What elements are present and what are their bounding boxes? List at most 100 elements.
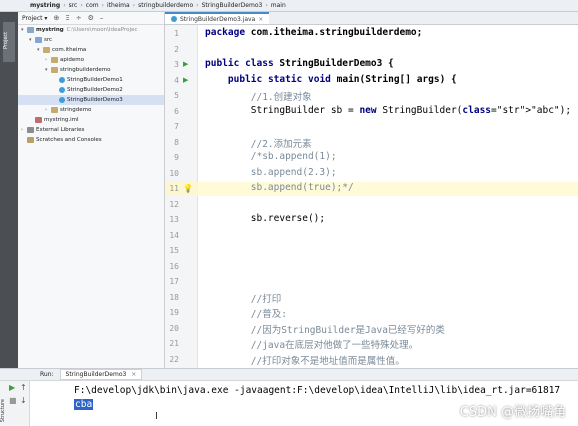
- tree-item[interactable]: › stringdemo: [18, 105, 164, 115]
- editor-gutter[interactable]: 1 2 3 4 5 6 7 8 9 10 11 12 13 14 15 16 17 18 19 20 21 22 ▶ ▶ 💡: [165, 25, 198, 368]
- lightbulb-icon[interactable]: 💡: [183, 184, 193, 193]
- tree-item[interactable]: StringBuilderDemo3: [18, 95, 164, 105]
- tree-item[interactable]: StringBuilderDemo2: [18, 85, 164, 95]
- close-icon[interactable]: ×: [131, 371, 136, 378]
- line-number: 1: [174, 29, 179, 38]
- code-editor[interactable]: package com.itheima.stringbuilderdemo; pu…: [198, 25, 578, 368]
- tree-item[interactable]: › External Libraries: [18, 125, 164, 135]
- code-line: //因为StringBuilder是Java已经写好的类: [205, 324, 445, 336]
- console-output[interactable]: F:\develop\jdk\bin\java.exe -javaagent:F…: [30, 381, 578, 426]
- run-tool-header: Run: StringBuilderDemo3 ×: [0, 368, 578, 381]
- structure-tab[interactable]: Structure: [0, 399, 6, 422]
- line-number: 4: [174, 75, 179, 85]
- tree-item[interactable]: ▾ com.itheima: [18, 45, 164, 55]
- package-icon: [51, 107, 58, 113]
- breadcrumb-separator-icon: ›: [132, 2, 136, 9]
- hide-icon[interactable]: –: [100, 14, 104, 22]
- tree-item[interactable]: mystring.iml: [18, 115, 164, 125]
- breadcrumb-item[interactable]: stringbuilderdemo: [138, 2, 193, 9]
- rerun-icon[interactable]: ▶: [9, 383, 15, 392]
- breadcrumb-separator-icon: ›: [80, 2, 83, 9]
- breadcrumb: mystring › src › com › itheima › stringbuilderde…: [0, 0, 578, 12]
- text-cursor-icon: I: [155, 411, 158, 422]
- tree-item-label: StringBuilderDemo1: [67, 77, 123, 83]
- java-file-icon: [171, 16, 177, 22]
- run-config-tab[interactable]: StringBuilderDemo3 ×: [59, 369, 143, 380]
- project-view-selector[interactable]: Project ▾: [22, 15, 47, 22]
- tree-item-label: mystring: [36, 27, 64, 33]
- code-line: //1.创建对象: [205, 92, 312, 103]
- line-number: 7: [174, 122, 179, 131]
- package-icon: [51, 67, 58, 73]
- breadcrumb-separator-icon: ›: [63, 2, 66, 9]
- tree-item-label: StringBuilderDemo2: [67, 87, 123, 93]
- breadcrumb-item[interactable]: main: [271, 2, 286, 9]
- expand-icon[interactable]: ÷: [76, 14, 82, 22]
- breadcrumb-separator-icon: ›: [265, 2, 268, 9]
- code-line: sb.append(2.3);: [205, 166, 337, 178]
- tree-item-label: src: [44, 37, 53, 43]
- project-toolbar: Project ▾ ⊕ Ξ ÷ ⚙ –: [18, 12, 164, 25]
- locate-icon[interactable]: ⊕: [53, 14, 59, 22]
- tree-item[interactable]: StringBuilderDemo1: [18, 75, 164, 85]
- gear-icon[interactable]: ⚙: [88, 14, 94, 22]
- line-number: 5: [174, 91, 179, 100]
- tree-item-label: mystring.iml: [44, 117, 79, 123]
- project-tool-tab[interactable]: Project: [3, 22, 15, 62]
- line-number: 6: [174, 106, 179, 116]
- iml-icon: [35, 117, 42, 123]
- code-line: sb.append(true);*/: [205, 182, 354, 193]
- breadcrumb-item[interactable]: com: [86, 2, 99, 9]
- breadcrumb-item[interactable]: itheima: [107, 2, 130, 9]
- line-number: 13: [169, 215, 179, 224]
- code-line: StringBuilder sb = new StringBuilder(cla…: [205, 104, 572, 116]
- breadcrumb-item[interactable]: StringBuilderDemo3: [202, 2, 263, 9]
- breadcrumb-item[interactable]: mystring: [30, 2, 60, 9]
- run-toolbar: ▶ ↑ ■ ↓ Structure: [0, 381, 30, 426]
- run-tab-label: StringBuilderDemo3: [65, 371, 127, 378]
- code-line: sb.reverse();: [205, 213, 326, 224]
- line-number: 14: [169, 230, 179, 240]
- tree-item[interactable]: Scratches and Consoles: [18, 135, 164, 145]
- tree-item[interactable]: ▾ mystring C:\Users\moon\IdeaProjec: [18, 25, 164, 35]
- project-panel: Project ▾ ⊕ Ξ ÷ ⚙ – ▾ mystring C:\Users\mo…: [18, 12, 165, 368]
- tree-item[interactable]: ▾ stringbuilderdemo: [18, 65, 164, 75]
- code-line: //普及:: [205, 309, 287, 320]
- tree-item-label: stringbuilderdemo: [60, 67, 111, 73]
- code-line: public static void main(String[] args) {: [227, 73, 457, 85]
- code-line: //2.添加元素: [205, 138, 312, 150]
- breadcrumb-separator-icon: ›: [196, 2, 199, 9]
- tree-item-label: apidemo: [60, 57, 84, 63]
- line-number: 19: [169, 308, 179, 317]
- tree-item[interactable]: ▾ src: [18, 35, 164, 45]
- tab-stringbuilderdemo3[interactable]: StringBuilderDemo3.java ×: [165, 12, 270, 24]
- line-number: 22: [169, 354, 179, 364]
- collapse-all-icon[interactable]: Ξ: [65, 14, 69, 22]
- module-icon: [27, 27, 34, 33]
- tree-item-label: External Libraries: [36, 127, 85, 133]
- line-number: 2: [174, 44, 179, 54]
- close-icon[interactable]: ×: [258, 16, 263, 23]
- stop-icon[interactable]: ■: [9, 396, 17, 405]
- package-icon: [51, 57, 58, 63]
- run-label: Run:: [40, 371, 54, 378]
- up-arrow-icon[interactable]: ↑: [20, 383, 27, 392]
- tree-item-path: C:\Users\moon\IdeaProjec: [66, 27, 138, 33]
- down-arrow-icon[interactable]: ↓: [20, 396, 27, 405]
- line-number: 8: [174, 137, 179, 147]
- line-number: 9: [174, 153, 179, 162]
- console-output-text[interactable]: cba: [74, 399, 94, 410]
- breadcrumb-item[interactable]: src: [69, 2, 78, 9]
- run-main-icon[interactable]: ▶: [183, 76, 188, 84]
- breadcrumb-separator-icon: ›: [101, 2, 104, 9]
- tab-label: StringBuilderDemo3.java: [180, 15, 256, 23]
- line-number: 20: [169, 323, 179, 333]
- tree-item[interactable]: › apidemo: [18, 55, 164, 65]
- package-icon: [43, 47, 50, 53]
- line-number: 3: [174, 60, 179, 69]
- lib-icon: [27, 127, 34, 133]
- run-class-icon[interactable]: ▶: [183, 60, 188, 68]
- code-line: public class StringBuilderDemo3 {: [205, 58, 394, 69]
- classf-icon: [59, 97, 65, 103]
- tree-item-label: stringdemo: [60, 107, 92, 113]
